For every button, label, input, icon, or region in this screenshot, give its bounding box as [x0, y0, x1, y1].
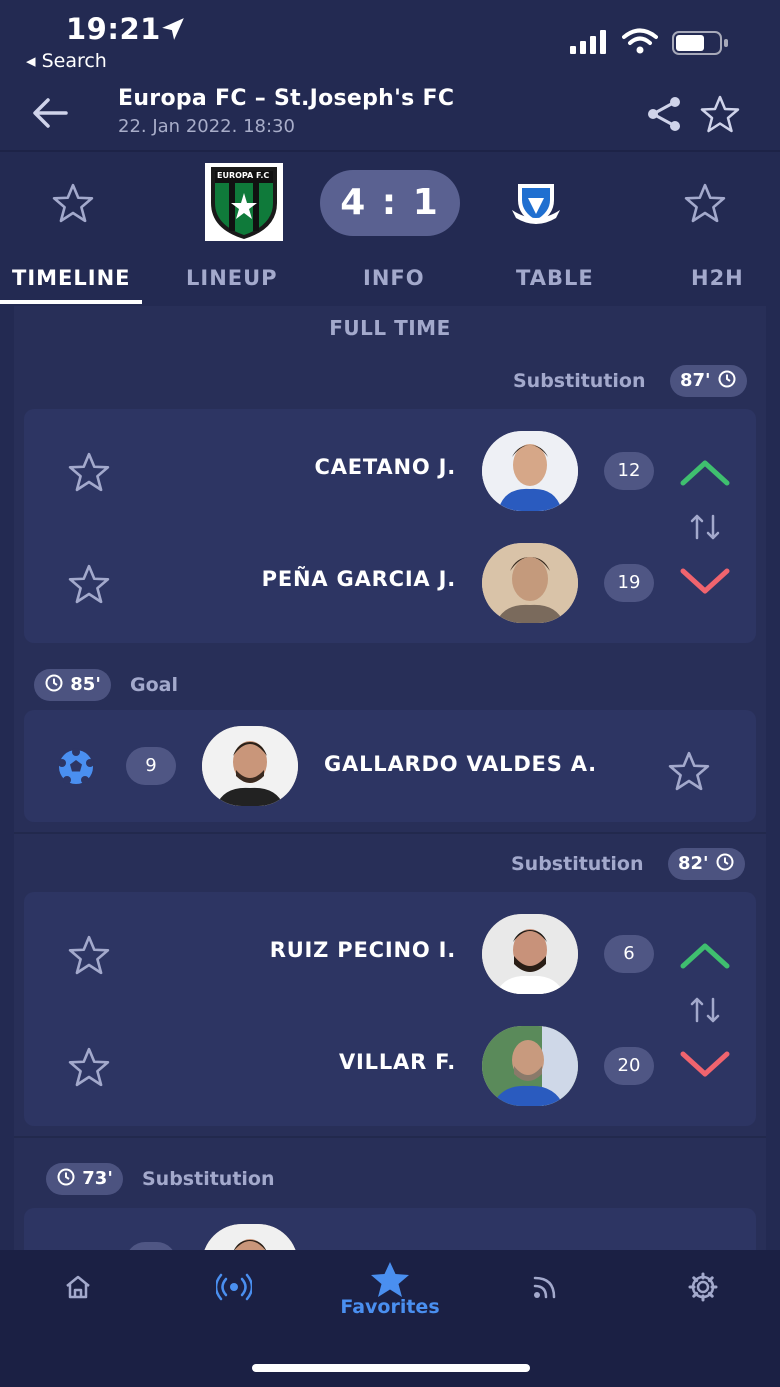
substituted-out-arrow-icon: [680, 568, 730, 594]
goal-card: 9 GALLARDO VALDES A.: [24, 710, 756, 822]
status-time: 19:21: [66, 12, 161, 46]
event-minute: 73': [82, 1168, 113, 1189]
event-minute: 85': [70, 674, 101, 695]
back-arrow-icon[interactable]: [30, 96, 70, 130]
favorites-tab-label[interactable]: Favorites: [300, 1296, 480, 1318]
home-team-crest[interactable]: EUROPA F.C: [205, 163, 283, 241]
clock-icon: [718, 370, 736, 388]
scorer-name[interactable]: GALLARDO VALDES A.: [324, 752, 597, 776]
player-out-avatar[interactable]: [482, 543, 578, 623]
period-label: FULL TIME: [329, 316, 451, 340]
wifi-icon: [622, 28, 658, 54]
home-crest-lettering: EUROPA F.C: [217, 171, 270, 180]
settings-gear-icon[interactable]: [688, 1272, 718, 1302]
tab-lineup[interactable]: LINEUP: [186, 266, 278, 290]
tab-table[interactable]: TABLE: [516, 266, 594, 290]
bottom-navigation: Favorites: [0, 1250, 780, 1387]
match-tabs: TIMELINE LINEUP INFO TABLE H2H: [0, 258, 780, 306]
live-icon[interactable]: [216, 1272, 252, 1302]
event-divider: [14, 832, 766, 834]
player-in-avatar[interactable]: [482, 914, 578, 994]
substituted-in-arrow-icon: [680, 943, 730, 969]
score-row: EUROPA F.C 4 : 1: [0, 152, 780, 258]
tab-timeline[interactable]: TIMELINE: [12, 266, 131, 290]
swap-icon: [690, 514, 720, 540]
event-type-label: Goal: [130, 674, 178, 696]
event-type-label: Substitution: [142, 1168, 275, 1190]
substitution-card: [24, 1208, 756, 1250]
scorer-number: 9: [126, 747, 176, 785]
player-avatar[interactable]: [202, 1224, 298, 1250]
player-star-icon[interactable]: [68, 451, 110, 493]
player-photo-icon: [202, 726, 298, 806]
active-tab-indicator: [0, 300, 142, 304]
favorite-match-star-icon[interactable]: [700, 94, 740, 134]
clock-icon: [716, 853, 734, 871]
tab-h2h[interactable]: H2H: [691, 266, 744, 290]
scorer-avatar[interactable]: [202, 726, 298, 806]
status-bar: 19:21 ◂ Search: [0, 0, 780, 84]
clock-icon: [45, 674, 63, 692]
player-out-number: 20: [604, 1047, 654, 1085]
favorite-home-team-star-icon[interactable]: [52, 182, 94, 224]
clock-icon: [57, 1168, 75, 1186]
event-minute-badge: 82': [668, 848, 745, 880]
share-icon[interactable]: [644, 94, 684, 134]
player-out-name[interactable]: VILLAR F.: [339, 1050, 456, 1074]
player-in-number: 6: [604, 935, 654, 973]
event-minute: 87': [680, 370, 711, 391]
football-icon: [58, 748, 94, 784]
player-star-icon[interactable]: [68, 1046, 110, 1088]
event-minute: 82': [678, 853, 709, 874]
player-photo-icon: [482, 543, 578, 623]
battery-icon: [672, 31, 728, 55]
event-minute-badge: 87': [670, 365, 747, 397]
player-out-avatar[interactable]: [482, 1026, 578, 1106]
match-score: 4 : 1: [320, 170, 460, 236]
event-type-label: Substitution: [513, 370, 646, 392]
player-photo-icon: [482, 914, 578, 994]
match-datetime: 22. Jan 2022. 18:30: [118, 116, 295, 137]
player-in-avatar[interactable]: [482, 431, 578, 511]
substitution-card: CAETANO J. 12 PEÑA GARCIA J. 19: [24, 409, 756, 643]
match-header: Europa FC – St.Joseph's FC 22. Jan 2022.…: [0, 84, 780, 150]
cellular-signal-icon: [570, 30, 606, 54]
timeline-list[interactable]: FULL TIME Substitution 87' CAETANO J. 12: [14, 306, 766, 1250]
news-feed-icon[interactable]: [532, 1274, 558, 1300]
player-in-number: 12: [604, 452, 654, 490]
substituted-out-arrow-icon: [680, 1051, 730, 1077]
player-star-icon[interactable]: [68, 934, 110, 976]
swap-icon: [690, 997, 720, 1023]
player-photo-icon: [202, 1224, 298, 1250]
player-photo-icon: [482, 431, 578, 511]
substituted-in-arrow-icon: [680, 460, 730, 486]
event-minute-badge: 85': [34, 669, 111, 701]
away-team-crest[interactable]: [510, 180, 562, 226]
back-to-search-link[interactable]: ◂ Search: [26, 50, 107, 72]
favorite-away-team-star-icon[interactable]: [684, 182, 726, 224]
player-number: [126, 1242, 176, 1250]
home-icon[interactable]: [64, 1274, 92, 1300]
player-out-name[interactable]: PEÑA GARCIA J.: [262, 567, 456, 591]
player-in-name[interactable]: RUIZ PECINO I.: [270, 938, 456, 962]
favorites-icon[interactable]: [369, 1260, 411, 1298]
substitution-card: RUIZ PECINO I. 6 VILLAR F. 20: [24, 892, 756, 1126]
event-divider: [14, 1136, 766, 1138]
event-minute-badge: 73': [46, 1163, 123, 1195]
location-arrow-icon: [162, 18, 184, 40]
player-star-icon[interactable]: [68, 563, 110, 605]
player-photo-icon: [482, 1026, 578, 1106]
match-title: Europa FC – St.Joseph's FC: [118, 86, 455, 111]
player-star-icon[interactable]: [668, 750, 710, 792]
home-indicator[interactable]: [252, 1364, 530, 1372]
event-type-label: Substitution: [511, 853, 644, 875]
player-in-name[interactable]: CAETANO J.: [315, 455, 457, 479]
tab-info[interactable]: INFO: [363, 266, 425, 290]
player-out-number: 19: [604, 564, 654, 602]
